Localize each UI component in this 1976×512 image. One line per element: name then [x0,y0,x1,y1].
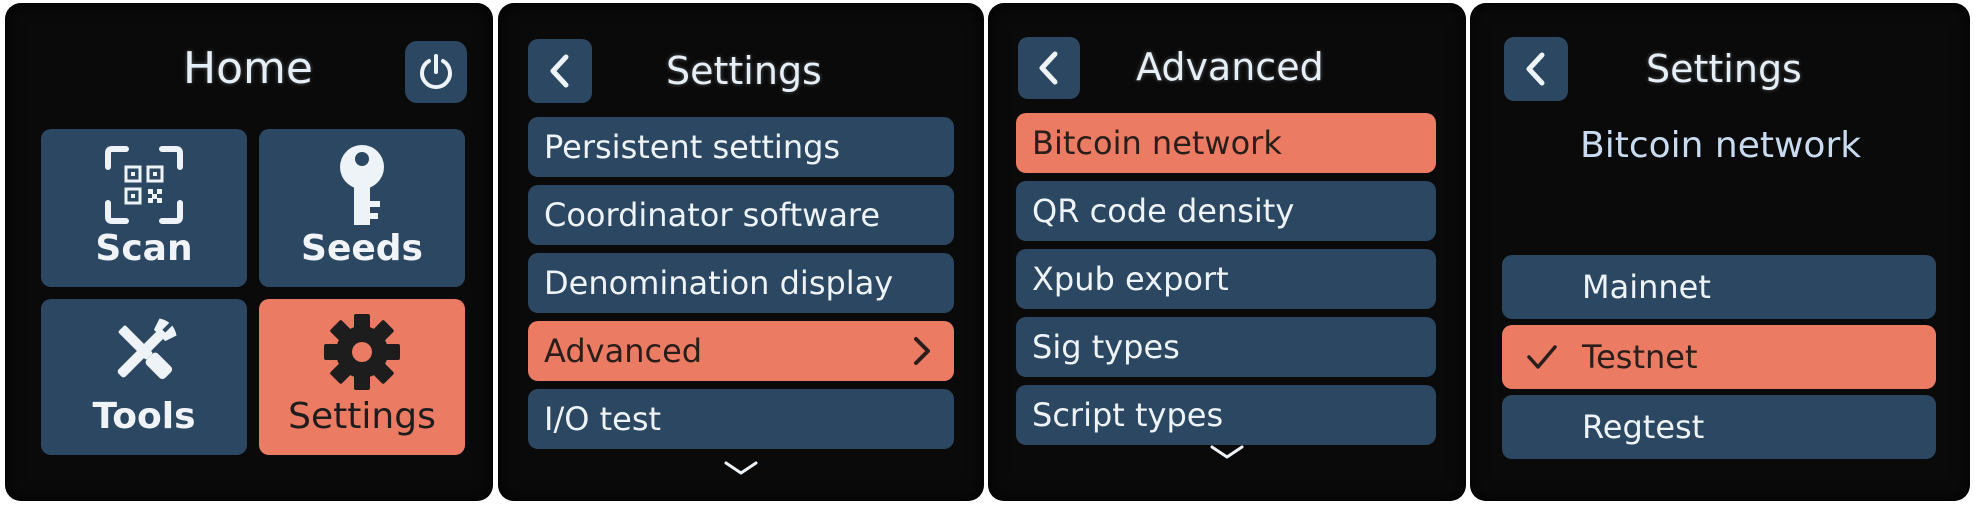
menu-item-label: Coordinator software [544,196,881,234]
menu-item-qr-code-density[interactable]: QR code density [1016,181,1436,241]
qr-scan-icon [105,146,183,224]
settings-button[interactable]: Settings [259,299,465,455]
checkmark-icon [1527,345,1557,369]
menu-item-label: Sig types [1032,328,1180,366]
back-button[interactable] [1504,37,1568,101]
menu-item-coordinator-software[interactable]: Coordinator software [528,185,954,245]
option-mainnet[interactable]: Mainnet [1502,255,1936,319]
page-title: Home [183,43,313,94]
menu-item-label: I/O test [544,400,662,438]
menu-item-label: Denomination display [544,264,894,302]
chevron-right-icon [914,337,930,365]
menu-item-label: Script types [1032,396,1224,434]
menu-item-xpub-export[interactable]: Xpub export [1016,249,1436,309]
chevron-left-icon [550,54,569,88]
tools-icon [117,318,177,380]
option-regtest[interactable]: Regtest [1502,395,1936,459]
settings-label: Settings [288,396,436,437]
advanced-screen: Advanced Bitcoin network QR code density… [988,3,1466,501]
page-title: Advanced [1136,45,1324,89]
menu-item-sig-types[interactable]: Sig types [1016,317,1436,377]
menu-item-denomination-display[interactable]: Denomination display [528,253,954,313]
chevron-down-icon [724,461,758,475]
gear-icon [324,314,400,390]
tools-button[interactable]: Tools [41,299,247,455]
menu-item-io-test[interactable]: I/O test [528,389,954,449]
page-title: Settings [666,49,822,93]
menu-item-persistent-settings[interactable]: Persistent settings [528,117,954,177]
power-icon [420,54,452,90]
menu-item-label: Bitcoin network [1032,124,1282,162]
scan-label: Scan [95,228,193,269]
power-button[interactable] [405,41,467,103]
menu-item-advanced[interactable]: Advanced [528,321,954,381]
seeds-label: Seeds [301,228,423,269]
chevron-down-icon [1210,445,1244,459]
tools-label: Tools [92,396,196,437]
scan-button[interactable]: Scan [41,129,247,287]
seeds-button[interactable]: Seeds [259,129,465,287]
menu-item-label: QR code density [1032,192,1295,230]
settings-screen: Settings Persistent settings Coordinator… [498,3,984,501]
option-label: Testnet [1582,338,1698,376]
menu-item-label: Persistent settings [544,128,841,166]
option-testnet[interactable]: Testnet [1502,325,1936,389]
chevron-left-icon [1526,52,1545,86]
menu-item-script-types[interactable]: Script types [1016,385,1436,445]
back-button[interactable] [528,39,592,103]
option-label: Regtest [1582,408,1705,446]
page-title: Settings [1646,47,1802,91]
bitcoin-network-screen: Settings Bitcoin network Mainnet Testnet… [1470,3,1970,501]
page-subtitle: Bitcoin network [1580,125,1862,166]
menu-item-label: Advanced [544,332,703,370]
home-screen: Home Scan Seeds Tools Settings [5,3,493,501]
key-icon [340,145,384,225]
back-button[interactable] [1018,37,1080,99]
chevron-left-icon [1039,51,1058,85]
menu-item-bitcoin-network[interactable]: Bitcoin network [1016,113,1436,173]
option-label: Mainnet [1582,268,1711,306]
menu-item-label: Xpub export [1032,260,1229,298]
